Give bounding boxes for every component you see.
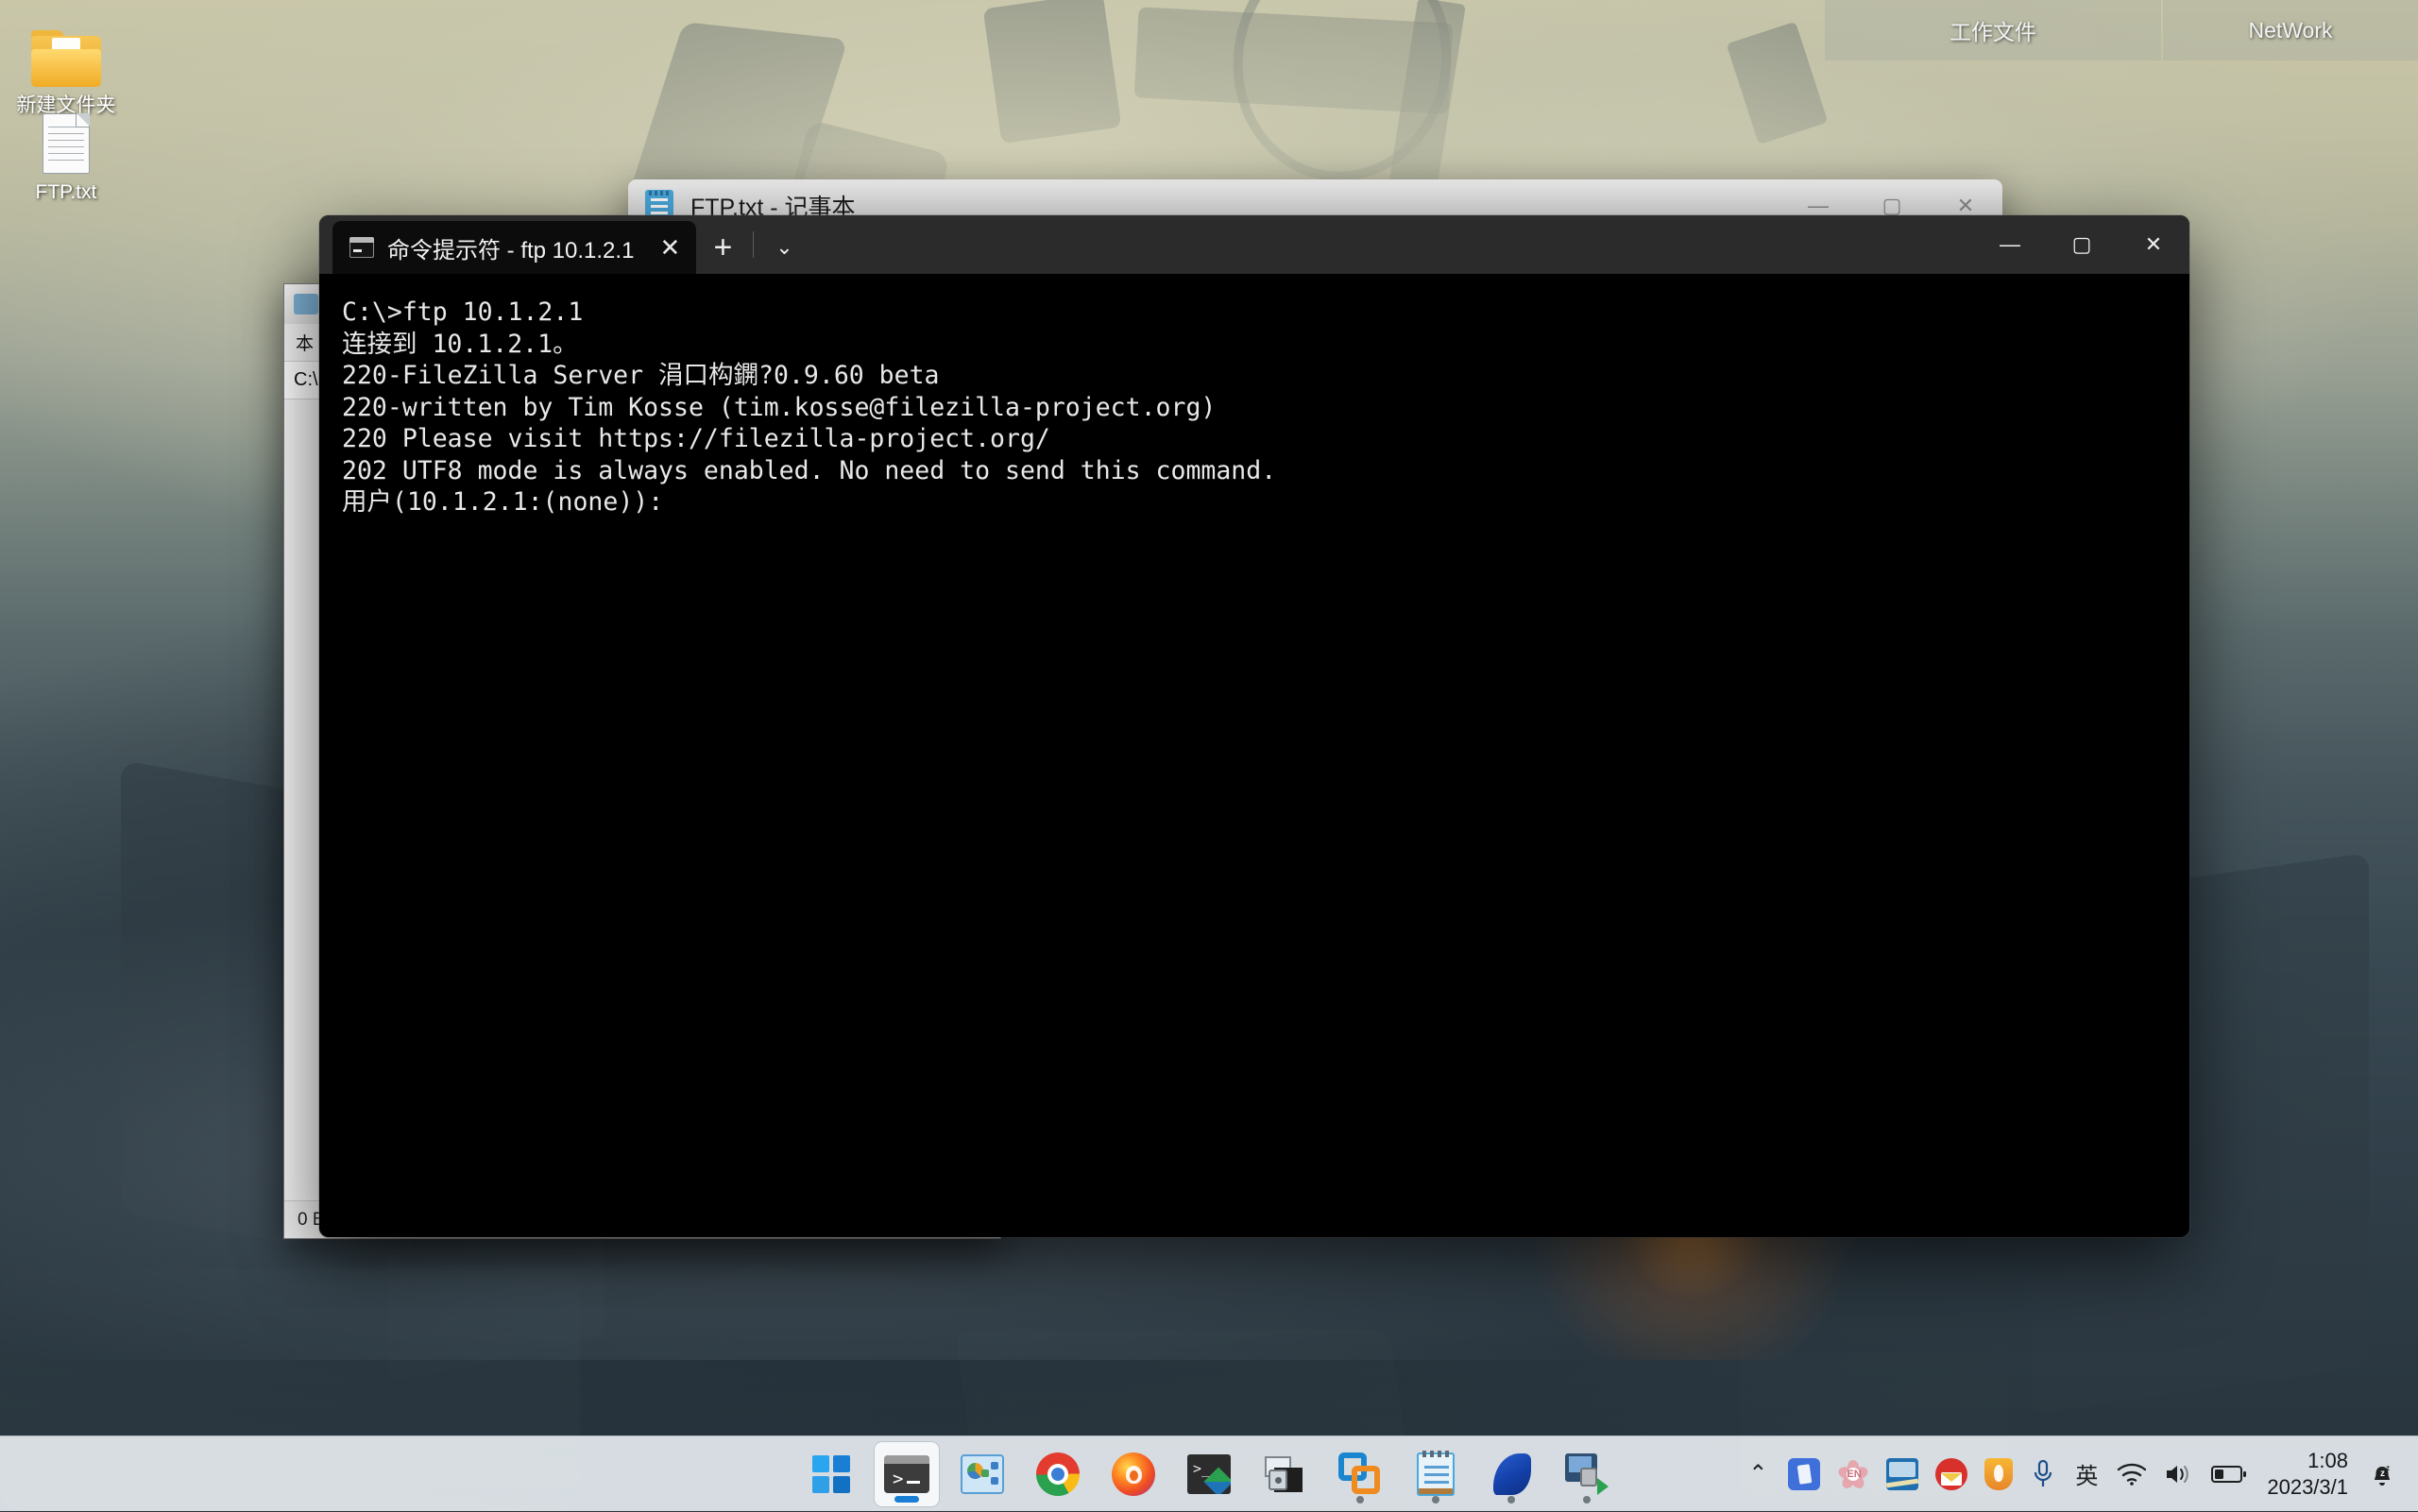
maximize-icon[interactable]: ▢ — [2046, 215, 2118, 274]
active-indicator — [894, 1496, 919, 1503]
fence-label: 工作文件 — [1950, 14, 2036, 46]
flower-icon: EN — [1837, 1458, 1869, 1490]
shield-flame-icon — [1984, 1458, 2013, 1490]
battery-button[interactable] — [2203, 1436, 2256, 1512]
microphone-icon — [2032, 1459, 2054, 1489]
ftp-client-button[interactable] — [1555, 1442, 1619, 1506]
map-tray-icon[interactable] — [1878, 1436, 1927, 1512]
network-chart-icon — [961, 1454, 1004, 1494]
terminal-window[interactable]: 命令提示符 - ftp 10.1.2.1 ✕ + ⌄ — ▢ ✕ C:\>ftp… — [319, 215, 2189, 1237]
new-tab-button[interactable]: + — [696, 221, 749, 274]
close-icon[interactable]: ✕ — [2118, 215, 2189, 274]
clock-date: 2023/3/1 — [2267, 1474, 2348, 1501]
clock-time: 1:08 — [2307, 1448, 2348, 1474]
onenote-tray-icon[interactable] — [1779, 1436, 1829, 1512]
wireshark-button[interactable] — [1479, 1442, 1543, 1506]
volume-button[interactable] — [2155, 1436, 2203, 1512]
terminal-tab[interactable]: 命令提示符 - ftp 10.1.2.1 ✕ — [332, 221, 696, 274]
security-tray-icon[interactable] — [1976, 1436, 2021, 1512]
firefox-icon — [1112, 1453, 1155, 1496]
wifi-icon — [2117, 1462, 2147, 1487]
shell-icon: >_ — [1187, 1454, 1231, 1494]
evernote-tray-icon[interactable]: EN — [1829, 1436, 1878, 1512]
speaker-icon — [2164, 1462, 2194, 1487]
terminal-window-controls[interactable]: — ▢ ✕ — [1974, 215, 2189, 274]
folder-icon — [0, 6, 132, 87]
svg-text:z: z — [2380, 1469, 2385, 1479]
notepad-button[interactable] — [1404, 1442, 1468, 1506]
desktop-icon-ftp-txt[interactable]: FTP.txt — [0, 93, 132, 204]
bell-dnd-icon: z z — [2368, 1459, 2396, 1489]
mail-icon — [1935, 1458, 1967, 1490]
svg-text:z: z — [2386, 1464, 2390, 1472]
battery-icon — [2211, 1464, 2247, 1485]
chrome-button[interactable] — [1026, 1442, 1090, 1506]
xshell-button[interactable]: >_ — [1177, 1442, 1241, 1506]
desktop-icon-label: FTP.txt — [0, 181, 132, 204]
windows-logo-icon — [812, 1455, 850, 1493]
remote-lock-button[interactable] — [1252, 1442, 1317, 1506]
fence-work-files[interactable]: 工作文件 — [1825, 0, 2161, 60]
mail-tray-icon[interactable] — [1927, 1436, 1976, 1512]
tab-separator — [753, 231, 754, 258]
terminal-button[interactable]: > — [875, 1442, 939, 1506]
vmware-icon — [1338, 1453, 1382, 1496]
notepad-icon — [1417, 1453, 1455, 1496]
vmware-button[interactable] — [1328, 1442, 1392, 1506]
start-button[interactable] — [799, 1442, 863, 1506]
terminal-tab-bar[interactable]: 命令提示符 - ftp 10.1.2.1 ✕ + ⌄ — ▢ ✕ — [319, 215, 2189, 274]
running-indicator — [1583, 1496, 1591, 1504]
address-text: C:\ — [294, 369, 318, 391]
minimize-icon[interactable]: — — [1974, 215, 2046, 274]
network-tool-button[interactable] — [950, 1442, 1014, 1506]
terminal-tab-title: 命令提示符 - ftp 10.1.2.1 — [387, 231, 634, 264]
tab-close-icon[interactable]: ✕ — [647, 225, 692, 270]
fence-label: NetWork — [2248, 18, 2332, 43]
taskbar[interactable]: > >_ — [0, 1436, 2418, 1511]
clock[interactable]: 1:08 2023/3/1 — [2256, 1448, 2359, 1500]
wifi-button[interactable] — [2108, 1436, 2155, 1512]
console-icon — [349, 237, 374, 258]
tray-overflow-button[interactable]: ⌃ — [1736, 1436, 1779, 1512]
map-icon — [1886, 1458, 1918, 1490]
chevron-down-icon[interactable]: ⌄ — [758, 221, 810, 274]
ime-indicator[interactable]: 英 — [2065, 1436, 2108, 1512]
running-indicator — [1432, 1496, 1439, 1504]
system-tray[interactable]: ⌃ EN 英 — [1736, 1436, 2418, 1512]
lock-window-icon — [1263, 1454, 1306, 1494]
text-file-icon — [0, 93, 132, 174]
wireshark-fin-icon — [1490, 1453, 1533, 1495]
sidebar-group-label: 本 — [296, 330, 314, 355]
notification-button[interactable]: z z — [2359, 1436, 2405, 1512]
chrome-icon — [1036, 1453, 1080, 1496]
microphone-button[interactable] — [2021, 1436, 2065, 1512]
terminal-icon: > — [884, 1455, 929, 1493]
onenote-icon — [1788, 1458, 1820, 1490]
explorer-app-icon — [294, 294, 318, 314]
running-indicator — [1507, 1496, 1515, 1504]
firefox-button[interactable] — [1101, 1442, 1166, 1506]
fence-network[interactable]: NetWork — [2163, 0, 2418, 60]
running-indicator — [1356, 1496, 1364, 1504]
terminal-output[interactable]: C:\>ftp 10.1.2.1 连接到 10.1.2.1。 220-FileZ… — [319, 274, 2189, 1237]
ftp-lock-icon — [1565, 1453, 1609, 1495]
